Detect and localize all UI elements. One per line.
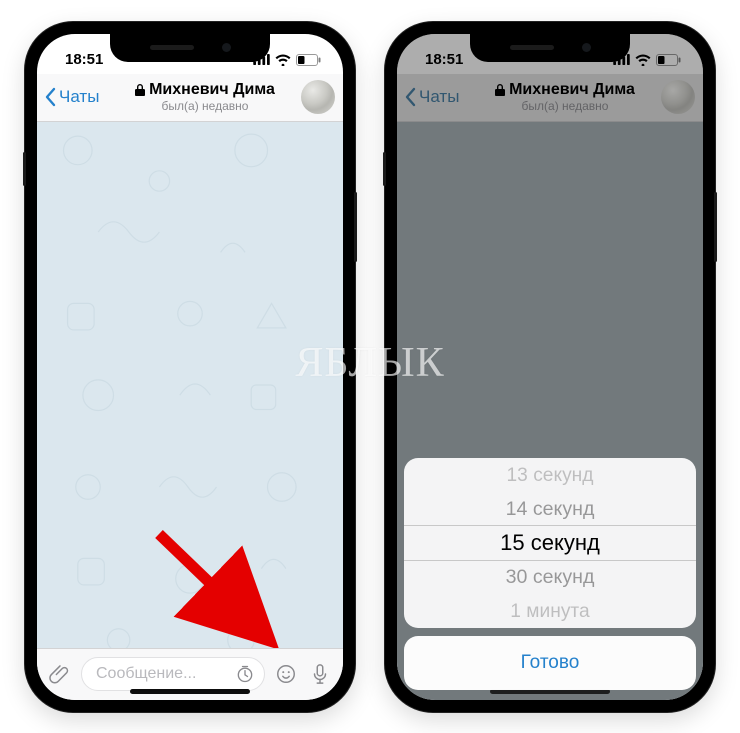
paperclip-icon (49, 663, 71, 685)
avatar[interactable] (301, 80, 335, 114)
front-camera (222, 43, 231, 52)
chat-title: Михневич Дима (149, 81, 275, 99)
navbar: Чаты Михневич Дима был(а) недавно (37, 74, 343, 122)
picker-option[interactable]: 13 секунд (410, 458, 690, 491)
status-time: 18:51 (65, 51, 103, 68)
speaker-grille (150, 45, 194, 50)
wifi-icon (635, 54, 651, 66)
chevron-left-icon (45, 87, 57, 107)
timer-picker[interactable]: 13 секунд 14 секунд 15 секунд 30 секунд … (404, 458, 696, 628)
chat-pattern (37, 122, 343, 648)
mic-button[interactable] (307, 661, 333, 687)
battery-icon (656, 54, 681, 66)
message-placeholder: Сообщение... (96, 665, 196, 683)
picker-option[interactable]: 30 секунд (407, 560, 693, 593)
chevron-left-icon (405, 87, 417, 107)
chat-title: Михневич Дима (509, 81, 635, 99)
avatar[interactable] (661, 80, 695, 114)
speaker-grille (510, 45, 554, 50)
back-label: Чаты (59, 87, 99, 107)
navbar-title-wrap[interactable]: Михневич Дима был(а) недавно (475, 81, 655, 113)
sticker-button[interactable] (273, 661, 299, 687)
back-button[interactable]: Чаты (405, 87, 475, 107)
sticker-smile-icon (275, 663, 297, 685)
self-destruct-timer-button[interactable] (234, 663, 256, 685)
phone-right: 18:51 Чаты Михневич Дима был( (385, 22, 715, 712)
wifi-icon (275, 54, 291, 66)
timer-picker-card: 13 секунд 14 секунд 15 секунд 30 секунд … (404, 458, 696, 628)
message-input[interactable]: Сообщение... (81, 657, 265, 691)
phone-left: 18:51 Чаты Михневич Дима был( (25, 22, 355, 712)
navbar-title-wrap[interactable]: Михневич Дима был(а) недавно (115, 81, 295, 113)
action-sheet: 13 секунд 14 секунд 15 секунд 30 секунд … (404, 458, 696, 690)
attach-button[interactable] (47, 661, 73, 687)
picker-option-selected[interactable]: 15 секунд (404, 526, 696, 560)
chat-subtitle: был(а) недавно (162, 100, 249, 113)
status-time: 18:51 (425, 51, 463, 68)
picker-option[interactable]: 14 секунд (407, 492, 693, 525)
done-button[interactable]: Готово (404, 636, 696, 690)
navbar: Чаты Михневич Дима был(а) недавно (397, 74, 703, 122)
back-label: Чаты (419, 87, 459, 107)
back-button[interactable]: Чаты (45, 87, 115, 107)
lock-icon (135, 84, 145, 96)
chat-subtitle: был(а) недавно (522, 100, 609, 113)
screen: 18:51 Чаты Михневич Дима был( (397, 34, 703, 700)
battery-icon (296, 54, 321, 66)
done-label: Готово (521, 652, 580, 674)
picker-option[interactable]: 1 минута (410, 594, 690, 627)
lock-icon (495, 84, 505, 96)
notch (110, 34, 270, 62)
microphone-icon (310, 663, 330, 685)
front-camera (582, 43, 591, 52)
home-indicator[interactable] (130, 689, 250, 694)
timer-icon (235, 664, 255, 684)
notch (470, 34, 630, 62)
chat-background (37, 122, 343, 648)
screen: 18:51 Чаты Михневич Дима был( (37, 34, 343, 700)
